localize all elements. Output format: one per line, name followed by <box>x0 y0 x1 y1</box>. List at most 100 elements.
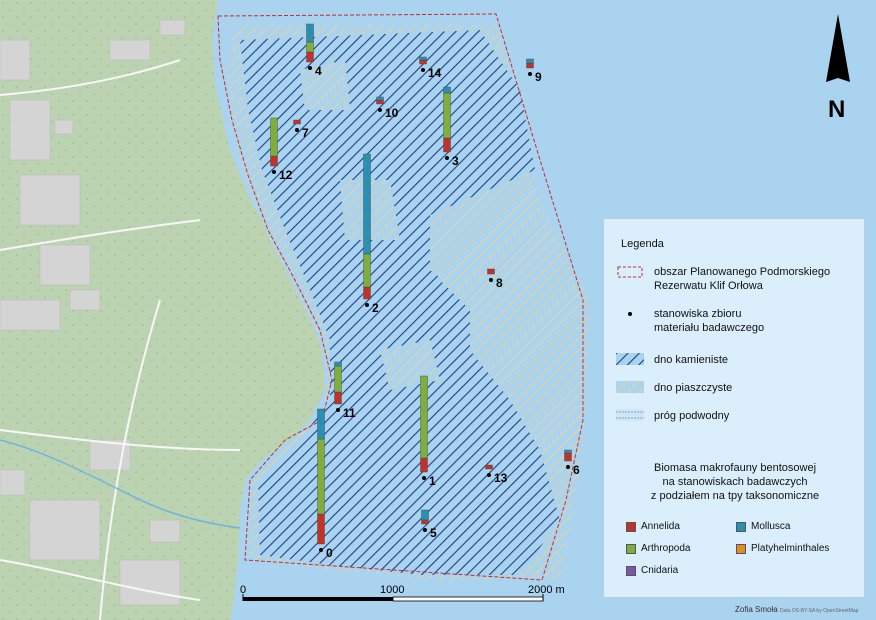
bar-mollusca-station-0 <box>317 408 325 440</box>
author-name: Zofia Smoła <box>735 605 778 614</box>
taxon-platyhelminthales: Platyhelminthales <box>736 543 829 554</box>
taxon-platyhelminthales-label: Platyhelminthales <box>751 543 830 554</box>
legend-reserve-label: obszar Planowanego Podmorskiego Rezerwat… <box>654 266 831 292</box>
bar-mollusca-station-2 <box>363 153 371 255</box>
taxon-annelida-label: Annelida <box>641 521 680 532</box>
station-dot-8 <box>489 278 493 282</box>
station-dot-1 <box>422 476 426 480</box>
station-dot-13 <box>487 473 491 477</box>
legend-reserve: obszar Planowanego Podmorskiego Rezerwat… <box>616 265 830 293</box>
scale-label-2000: 2000 m <box>528 584 565 596</box>
station-dot-3 <box>445 156 449 160</box>
station-dot-icon <box>628 312 632 316</box>
bar-annelida-station-8 <box>487 268 495 275</box>
bar-arthropoda-station-3 <box>443 92 451 139</box>
station-dot-14 <box>421 68 425 72</box>
bar-arthropoda-station-0 <box>317 438 325 515</box>
legend-stations: stanowiska zbioru materiału badawczego <box>616 307 764 335</box>
rocky-hatch-icon <box>616 353 644 365</box>
bar-annelida-station-5 <box>421 519 429 525</box>
station-label-6: 6 <box>573 463 580 477</box>
annelida-swatch <box>626 521 636 532</box>
scale-label-0: 0 <box>240 584 247 596</box>
station-dot-6 <box>566 465 570 469</box>
bar-mollusca-station-14 <box>419 56 427 61</box>
legend-rocky-label: dno kamieniste <box>654 354 728 366</box>
attribution-text: Data OS-BY-SA by OpenStreetMap <box>779 608 859 614</box>
station-label-0: 0 <box>326 546 333 560</box>
bar-arthropoda-station-11 <box>334 365 342 393</box>
station-dot-5 <box>423 528 427 532</box>
bar-annelida-station-9 <box>526 62 534 69</box>
station-dot-9 <box>528 72 532 76</box>
bar-annelida-station-13 <box>485 464 493 470</box>
sill-hatch-icon <box>616 409 644 421</box>
taxon-mollusca: Mollusca <box>736 521 790 532</box>
cnidaria-swatch <box>626 565 636 576</box>
bar-mollusca-station-3 <box>443 86 451 94</box>
author-credit: Zofia Smoła Data OS-BY-SA by OpenStreetM… <box>735 605 858 614</box>
bar-annelida-station-1 <box>420 457 428 473</box>
north-arrow: N <box>818 12 858 123</box>
station-label-7: 7 <box>302 126 309 140</box>
station-label-12: 12 <box>279 168 293 182</box>
bar-annelida-station-3 <box>443 137 451 153</box>
bar-mollusca-station-10 <box>376 96 384 101</box>
bar-mollusca-station-11 <box>334 361 342 367</box>
bar-arthropoda-station-12 <box>270 117 278 157</box>
legend-rocky: dno kamieniste <box>616 353 728 367</box>
mollusca-swatch <box>736 521 746 532</box>
station-label-2: 2 <box>372 301 379 315</box>
bar-mollusca-station-9 <box>526 58 534 64</box>
station-label-5: 5 <box>430 526 437 540</box>
taxon-arthropoda: Arthropoda <box>626 543 690 554</box>
legend-title: Legenda <box>621 238 664 250</box>
station-label-1: 1 <box>429 474 436 488</box>
reserve-symbol-icon <box>617 266 643 278</box>
station-dot-11 <box>336 408 340 412</box>
station-label-11: 11 <box>343 406 356 420</box>
arthropoda-swatch <box>626 543 636 554</box>
bar-mollusca-station-5 <box>421 509 429 521</box>
bar-annelida-station-7 <box>293 119 301 125</box>
legend-panel: Legenda obszar Planowanego Podmorskiego … <box>603 218 865 598</box>
legend-sill-label: próg podwodny <box>654 410 730 422</box>
bar-mollusca-station-6 <box>564 449 572 454</box>
taxon-mollusca-label: Mollusca <box>751 521 791 532</box>
legend-sandy: dno piaszczyste <box>616 381 732 395</box>
station-label-8: 8 <box>496 276 503 290</box>
station-label-9: 9 <box>535 70 542 84</box>
bar-annelida-station-4 <box>306 51 314 63</box>
bar-annelida-station-10 <box>376 99 384 105</box>
bar-annelida-station-6 <box>564 452 572 462</box>
bar-annelida-station-0 <box>317 513 325 545</box>
bar-annelida-station-14 <box>419 59 427 65</box>
platyhelminthales-swatch <box>736 543 746 554</box>
legend-stations-label: stanowiska zbioru materiału badawczego <box>654 308 765 334</box>
station-dot-0 <box>319 548 323 552</box>
station-label-10: 10 <box>385 106 399 120</box>
taxon-annelida: Annelida <box>626 521 680 532</box>
sandy-hatch-icon <box>616 381 644 393</box>
bar-annelida-station-2 <box>363 286 371 300</box>
biomass-title: Biomasa makrofauny bentosowej na stanowi… <box>650 462 820 502</box>
station-dot-7 <box>295 128 299 132</box>
station-label-4: 4 <box>315 64 322 78</box>
bar-arthropoda-station-4 <box>306 41 314 53</box>
station-dot-2 <box>365 303 369 307</box>
bar-arthropoda-station-1 <box>420 375 428 459</box>
taxon-arthropoda-label: Arthropoda <box>641 543 691 554</box>
legend-sandy-label: dno piaszczyste <box>654 382 733 394</box>
scale-label-1000: 1000 <box>380 584 405 596</box>
station-label-3: 3 <box>452 154 459 168</box>
station-dot-12 <box>272 170 276 174</box>
station-label-13: 13 <box>494 471 508 485</box>
taxon-cnidaria-label: Cnidaria <box>641 565 679 576</box>
taxon-cnidaria: Cnidaria <box>626 565 678 576</box>
bar-mollusca-station-4 <box>306 23 314 43</box>
station-dot-10 <box>378 108 382 112</box>
legend-sill: próg podwodny <box>616 409 729 423</box>
bar-annelida-station-12 <box>270 155 278 167</box>
station-label-14: 14 <box>428 66 442 80</box>
bar-arthropoda-station-2 <box>363 253 371 288</box>
